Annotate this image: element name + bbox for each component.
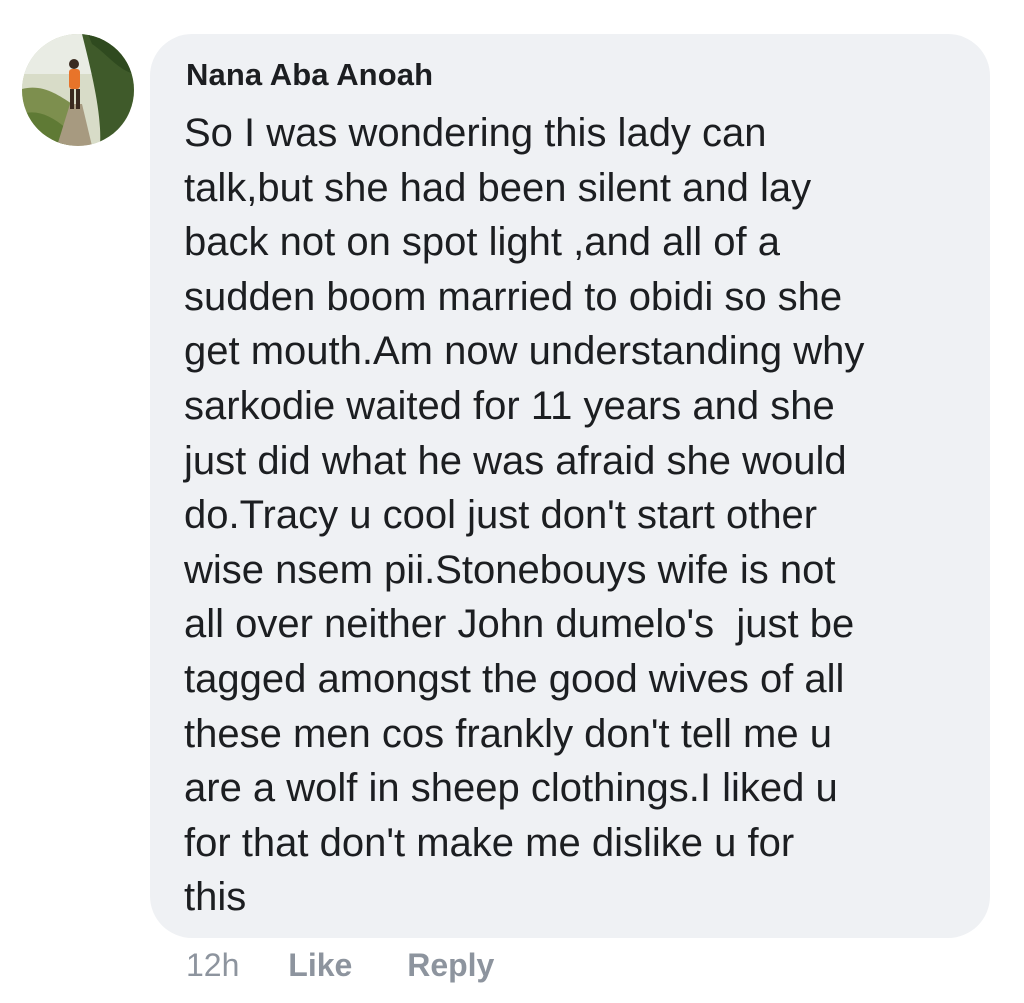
comment-text-line: sarkodie waited for 11 years and she xyxy=(184,383,835,428)
comment-text-line: get mouth.Am now understanding why xyxy=(184,329,865,374)
profile-photo-icon xyxy=(22,34,134,146)
comment-timestamp[interactable]: 12h xyxy=(186,947,239,983)
comment-text-line: back not on spot light ,and all of a xyxy=(184,220,780,265)
reply-button[interactable]: Reply xyxy=(407,947,494,983)
comment-text-line: So I was wondering this lady can xyxy=(184,111,767,155)
comment-text-line: this xyxy=(184,875,247,920)
comment-text-line: tagged amongst the good wives of all xyxy=(184,656,845,701)
comment-text-line: are a wolf in sheep clothings.I liked u xyxy=(184,766,838,811)
comment-author-name[interactable]: Nana Aba Anoah xyxy=(186,57,433,93)
comment-text-line: sudden boom married to obidi so she xyxy=(184,274,843,319)
avatar[interactable] xyxy=(22,34,134,146)
comment-text-line: wise nsem pii.Stonebouys wife is not xyxy=(184,547,836,592)
comment-thread: Nana Aba Anoah So I was wondering this l… xyxy=(0,0,1024,1003)
comment-text-line: talk,but she had been silent and lay xyxy=(184,165,812,210)
like-button[interactable]: Like xyxy=(288,947,352,983)
comment-text: So I was wondering this lady can talk,bu… xyxy=(184,106,974,925)
comment-text-line: these men cos frankly don't tell me u xyxy=(184,711,832,756)
comment-text-line: just did what he was afraid she would xyxy=(184,438,847,483)
comment-text-line: for that don't make me dislike u for xyxy=(184,820,795,865)
comment-actions: 12h Like Reply xyxy=(186,947,494,984)
comment-text-line: do.Tracy u cool just don't start other xyxy=(184,493,818,538)
comment-text-line: all over neither John dumelo's just be xyxy=(184,602,855,647)
